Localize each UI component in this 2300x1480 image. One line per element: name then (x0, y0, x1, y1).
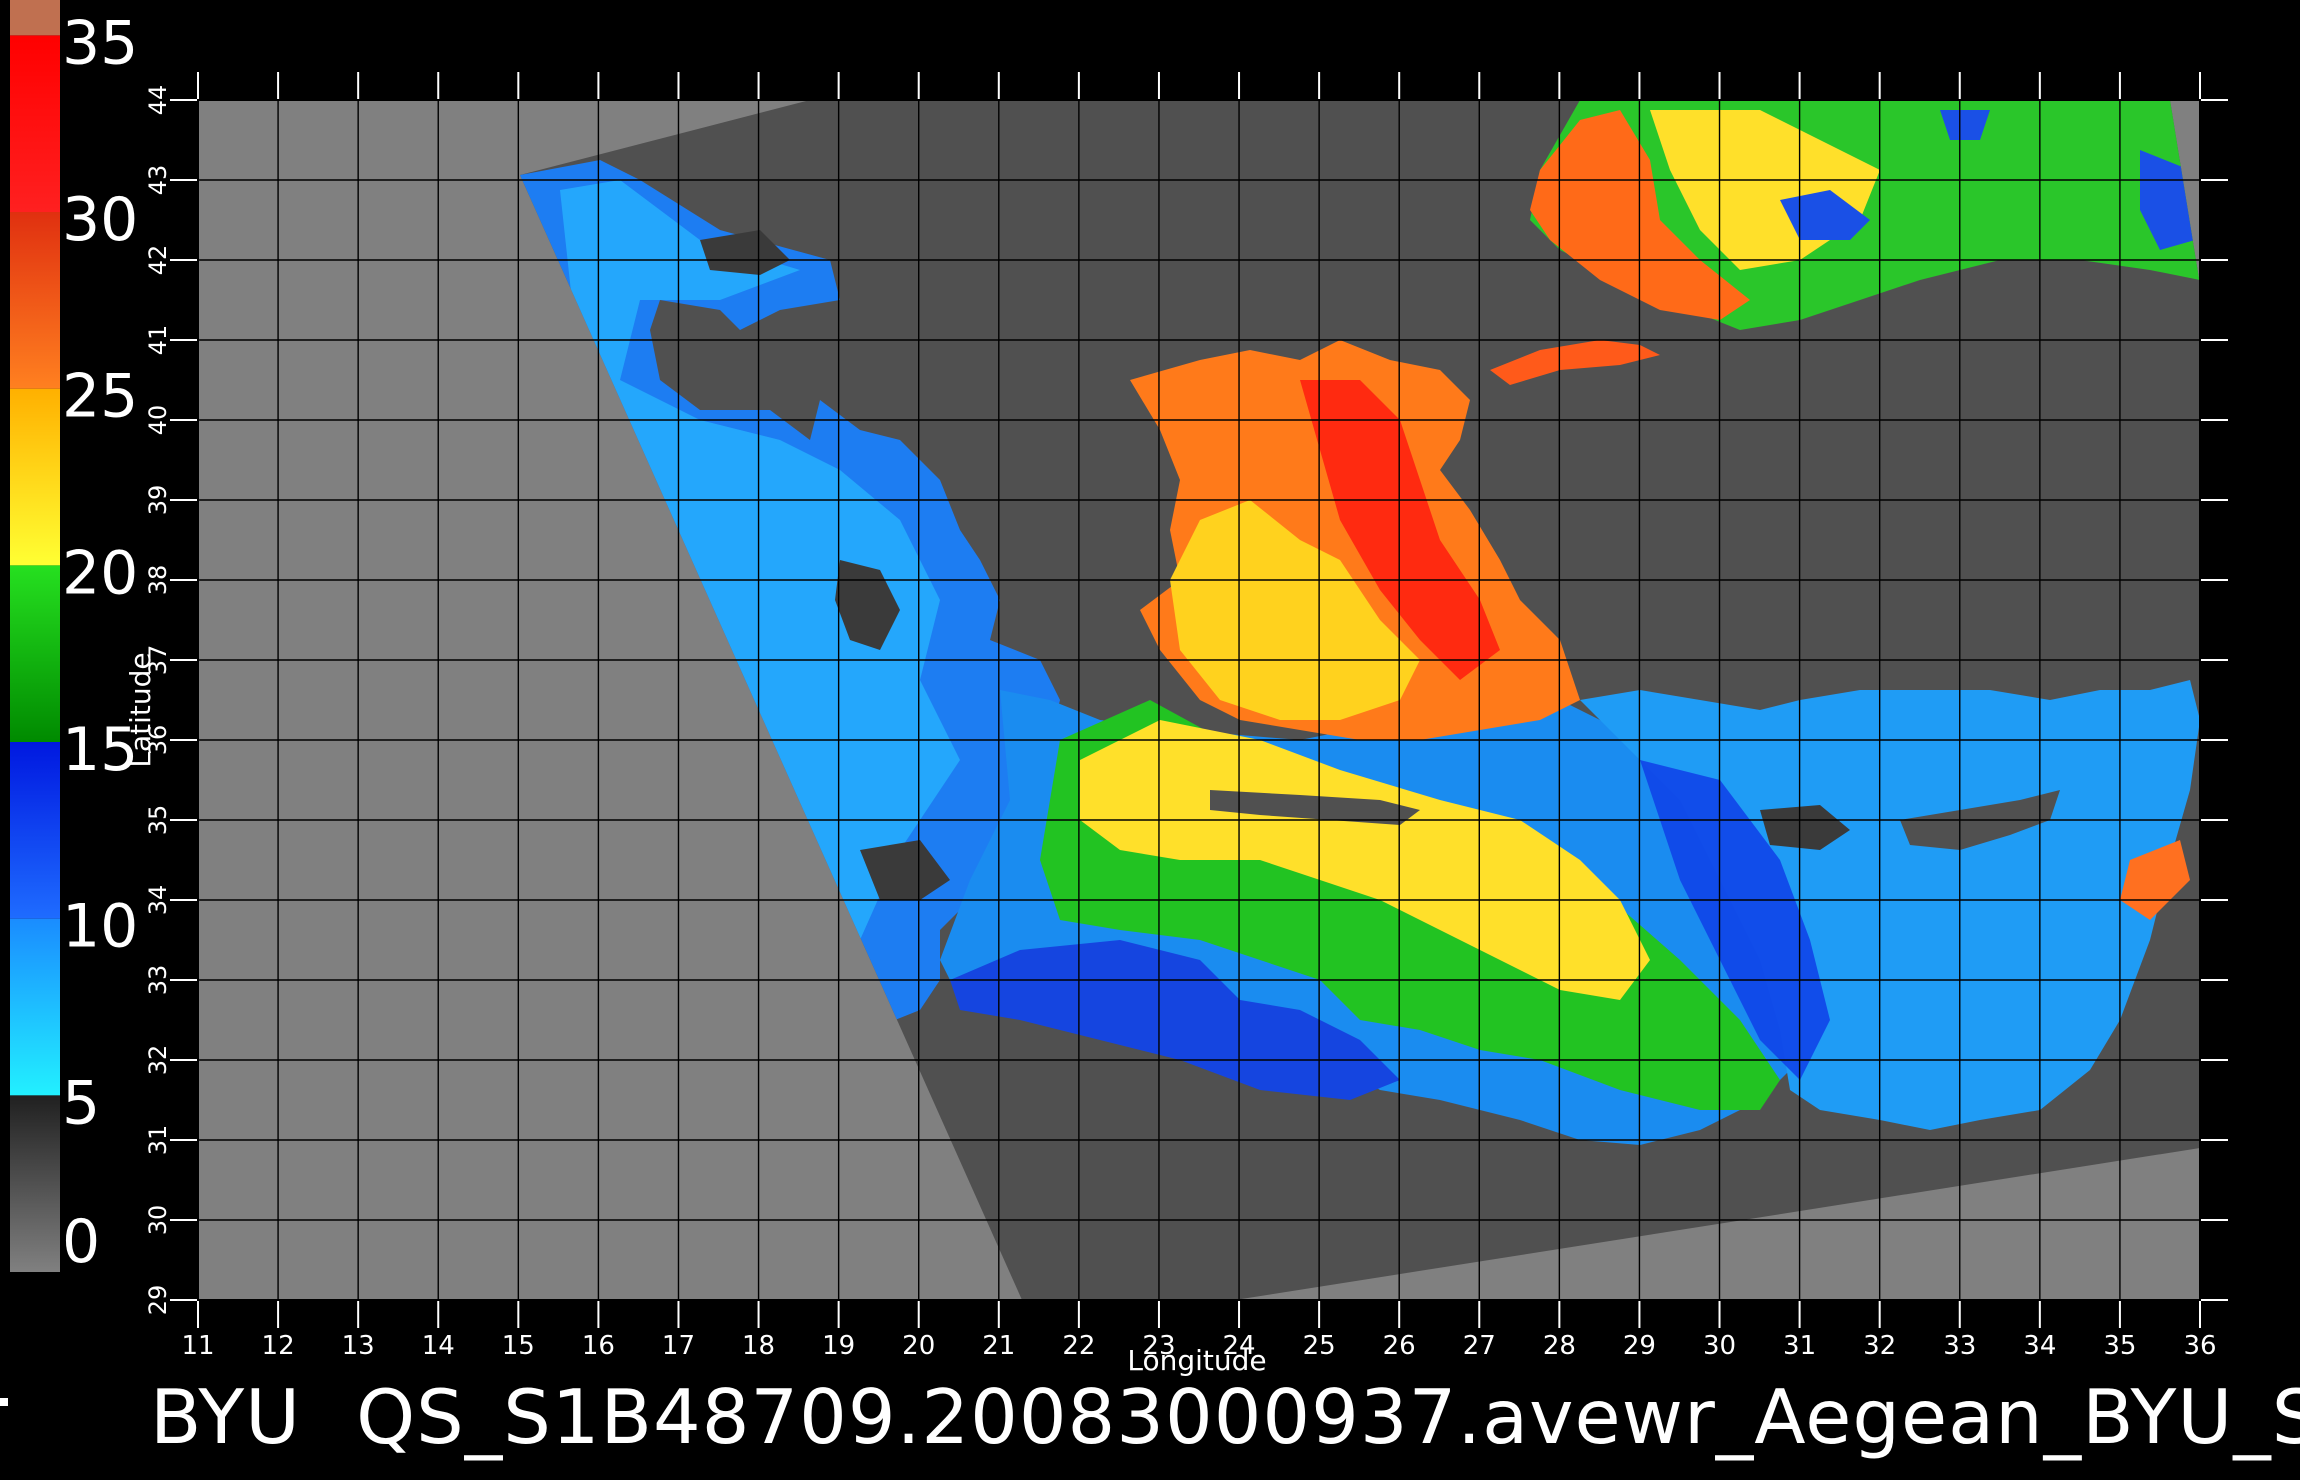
colorbar-tick-label: 30 (62, 185, 138, 255)
x-tick-label: 27 (1463, 1331, 1496, 1361)
x-tick-label: 31 (1783, 1331, 1816, 1361)
x-tick-label: 13 (342, 1331, 375, 1361)
x-tick-label: 11 (181, 1331, 214, 1361)
x-tick-label: 18 (742, 1331, 775, 1361)
colorbar (10, 0, 60, 1272)
colorbar-segment (10, 1095, 60, 1272)
colorbar-tick-label: 10 (62, 892, 138, 962)
y-tick-label: 41 (144, 325, 172, 356)
y-tick-label: 39 (144, 485, 172, 516)
y-axis-label: Latitude (124, 652, 157, 767)
x-tick-label: 21 (982, 1331, 1015, 1361)
y-tick-label: 42 (144, 245, 172, 276)
x-tick-label: 36 (2183, 1331, 2216, 1361)
y-tick-label: 30 (144, 1205, 172, 1236)
x-tick-label: 28 (1543, 1331, 1576, 1361)
x-tick-label: 35 (2103, 1331, 2136, 1361)
colorbar-segment (10, 918, 60, 1096)
x-tick-label: 29 (1623, 1331, 1656, 1361)
colorbar-segment (10, 565, 60, 742)
x-tick-label: 30 (1703, 1331, 1736, 1361)
x-tick-label: 26 (1383, 1331, 1416, 1361)
x-tick-label: 25 (1303, 1331, 1336, 1361)
y-tick-label: 29 (144, 1285, 172, 1316)
colorbar-tick-label: 35 (62, 8, 138, 78)
image-caption: BYU QS_S1B48709.20083000937.avewr_Aegean_… (150, 1362, 2300, 1472)
y-tick-label: 43 (144, 165, 172, 196)
colorbar-tick-label: 20 (62, 538, 138, 608)
y-tick-label: 40 (144, 405, 172, 436)
x-tick-label: 15 (502, 1331, 535, 1361)
x-tick-label: 16 (582, 1331, 615, 1361)
y-tick-label: 35 (144, 805, 172, 836)
y-tick-label: 33 (144, 965, 172, 996)
colorbar-segment (10, 0, 60, 36)
y-tick-label: 34 (144, 885, 172, 916)
colorbar-tick-label: 0 (62, 1207, 100, 1277)
x-tick-label: 14 (422, 1331, 455, 1361)
wind-speed-map: 0 5 10 15 20 25 30 35 11 12 13 14 15 16 17 18 1… (10, 0, 2228, 1377)
y-tick-label: 31 (144, 1125, 172, 1156)
caption-filename: QS_S1B48709.20083000937.avewr_Aegean_BYU… (356, 1373, 2300, 1461)
x-tick-label: 20 (902, 1331, 935, 1361)
colorbar-segment (10, 35, 60, 213)
colorbar-segment (10, 212, 60, 389)
x-tick-label: 32 (1863, 1331, 1896, 1361)
colorbar-tick-label: 5 (62, 1068, 100, 1138)
colorbar-labels: 05101520253035 (62, 8, 138, 1277)
map-plot-area: 11 12 13 14 15 16 17 18 19 20 21 22 23 24 25 26 27 28 29 30… (144, 72, 2228, 1361)
y-tick-label: 32 (144, 1045, 172, 1076)
x-tick-label: 17 (662, 1331, 695, 1361)
x-tick-label: 34 (2023, 1331, 2056, 1361)
y-tick-label: 44 (144, 85, 172, 116)
y-tick-label: 38 (144, 565, 172, 596)
x-tick-label: 12 (262, 1331, 295, 1361)
x-tick-label: 22 (1062, 1331, 1095, 1361)
x-tick-label: 19 (822, 1331, 855, 1361)
x-tick-label: 33 (1943, 1331, 1976, 1361)
left-edge-marker (0, 1398, 8, 1406)
colorbar-segment (10, 388, 60, 566)
colorbar-tick-label: 25 (62, 362, 138, 432)
colorbar-segment (10, 742, 60, 919)
caption-prefix: BYU (150, 1373, 302, 1461)
